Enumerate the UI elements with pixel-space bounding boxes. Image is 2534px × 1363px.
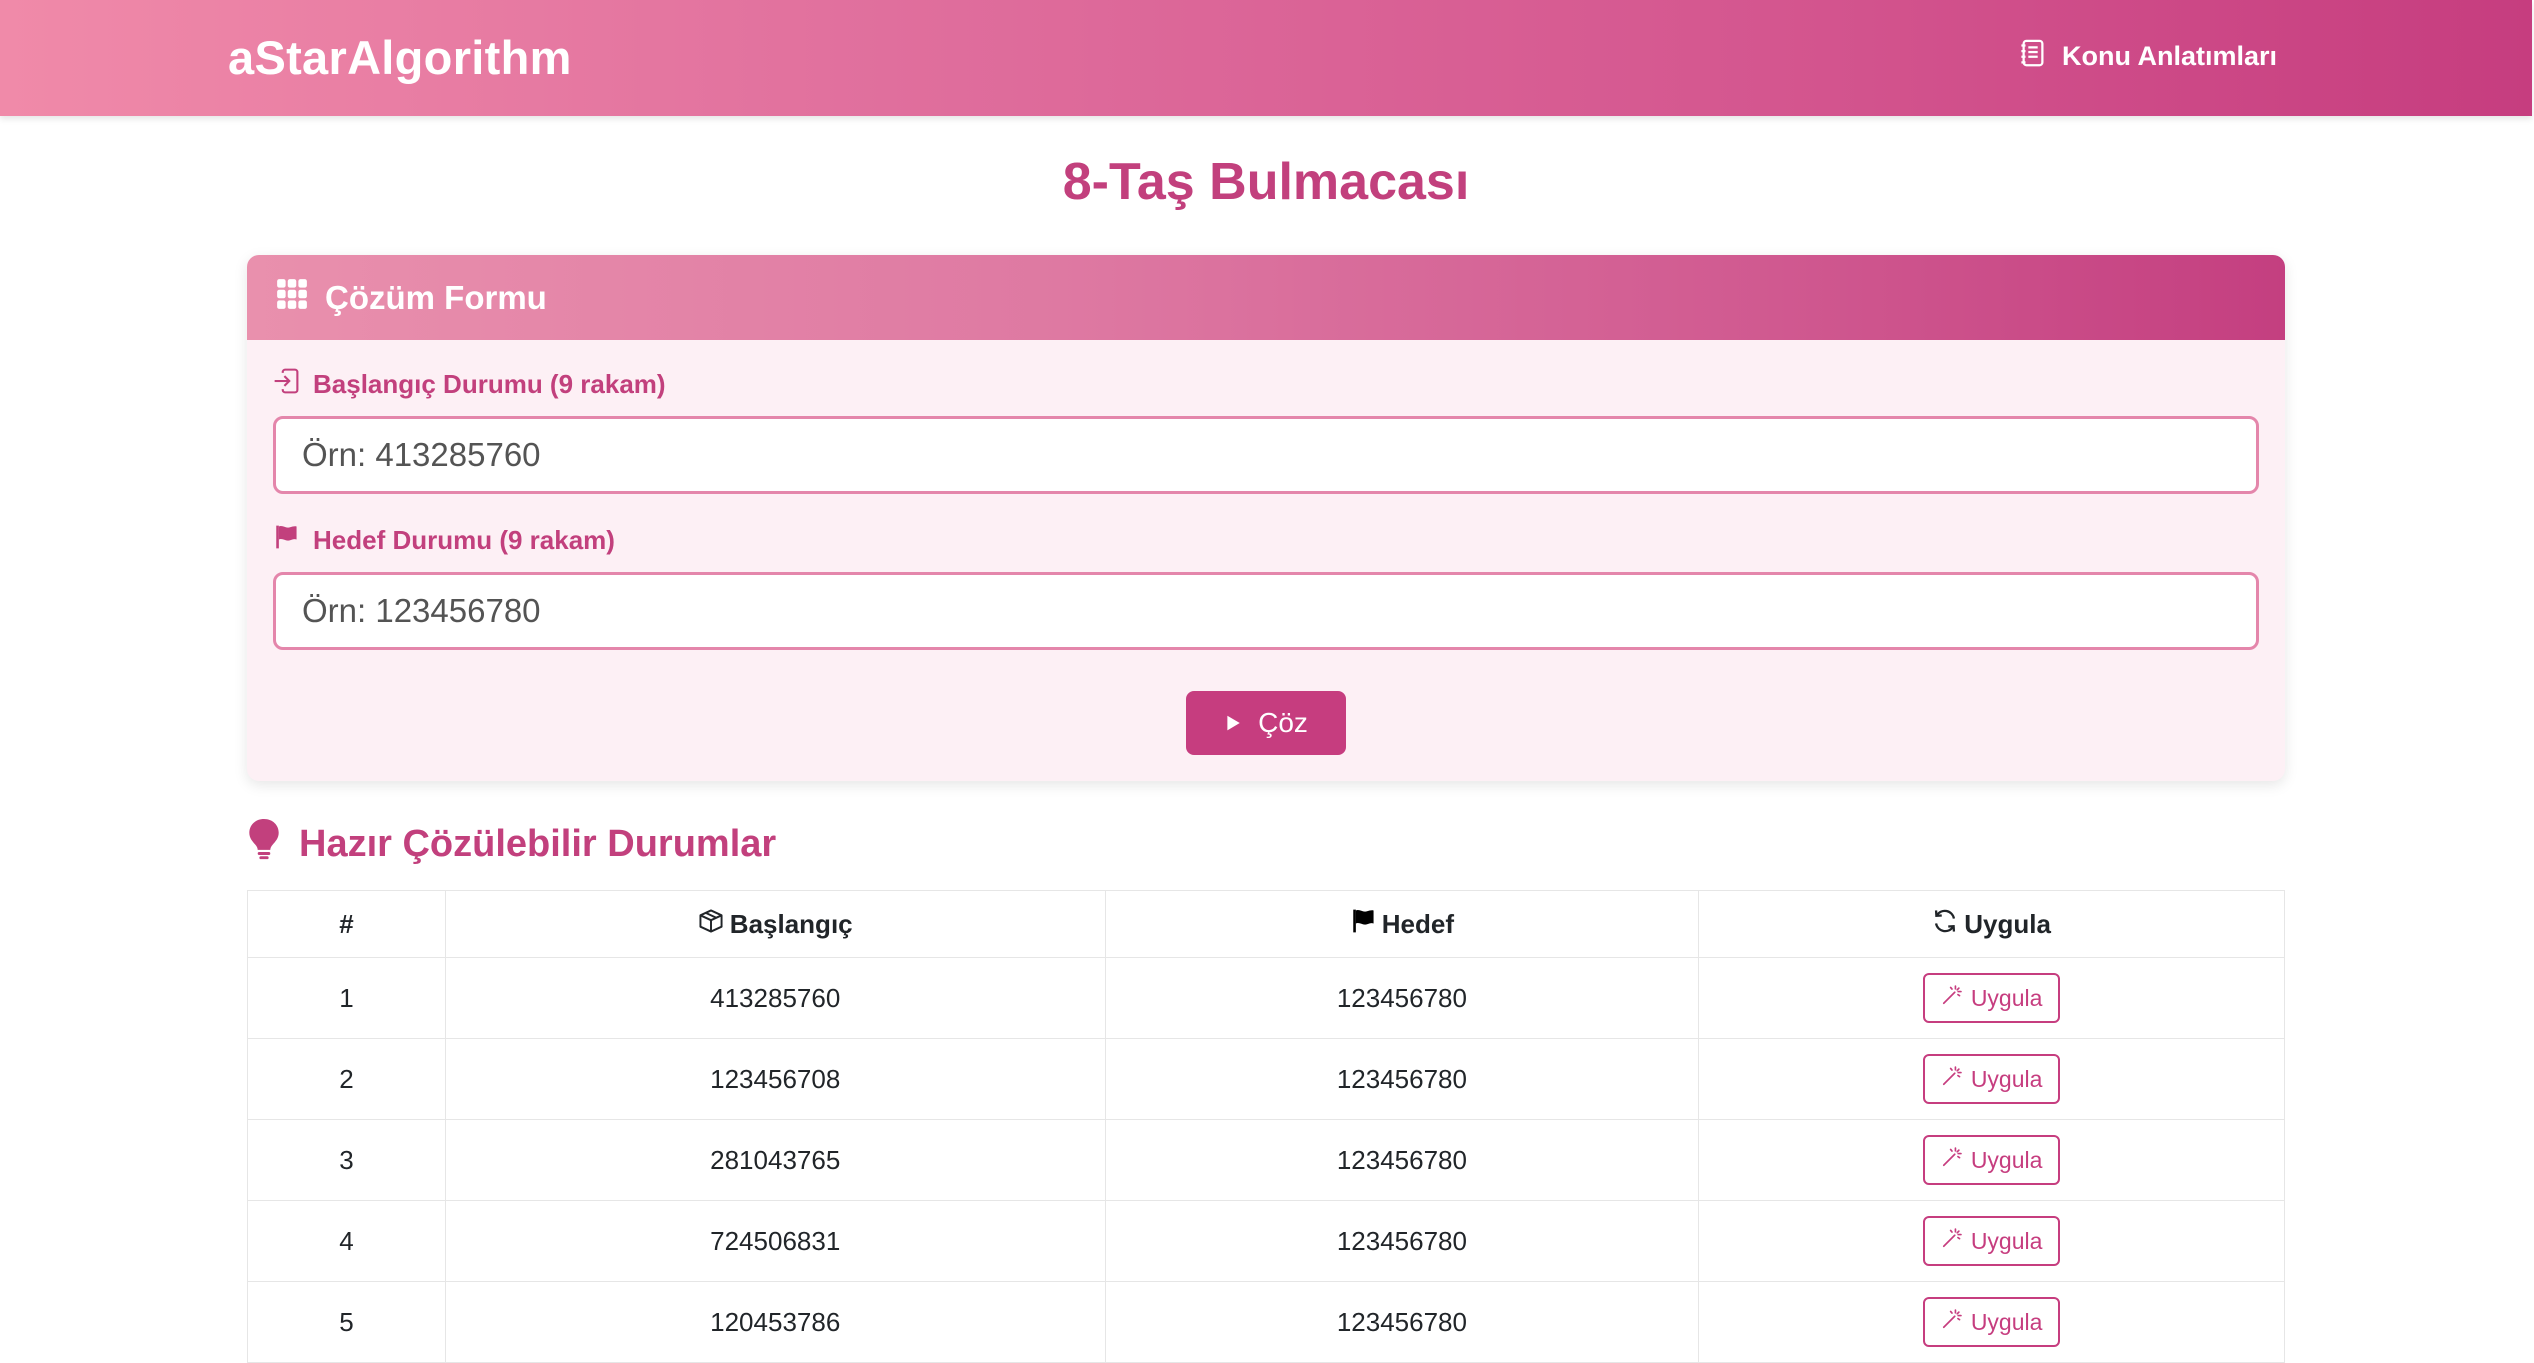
row-start-state: 281043765 (444, 1119, 1106, 1201)
column-apply: Uygula (1698, 890, 2285, 958)
brand-logo[interactable]: aStarAlgorithm (228, 30, 572, 85)
row-goal-state: 123456780 (1104, 957, 1700, 1039)
row-apply-cell: Uygula (1698, 1200, 2285, 1282)
row-start-state: 724506831 (444, 1200, 1106, 1282)
apply-button-label: Uygula (1970, 984, 2043, 1011)
nav-link-label: Konu Anlatımları (2061, 41, 2277, 71)
column-index: # (247, 890, 446, 958)
row-start-state: 123456708 (444, 1038, 1106, 1120)
magic-wand-icon (1941, 1308, 1963, 1336)
start-state-input[interactable] (273, 416, 2259, 494)
ready-cases-title: Hazır Çözülebilir Durumlar (247, 818, 776, 870)
form-header-title: Çözüm Formu (325, 278, 547, 316)
row-apply-cell: Uygula (1698, 1119, 2285, 1201)
nav-link-tutorials[interactable]: Konu Anlatımları (2018, 38, 2277, 75)
row-index: 1 (247, 957, 446, 1039)
solution-form-card: Çözüm Formu Başlangıç Durumu (9 rakam) H… (247, 255, 2285, 781)
row-goal-state: 123456780 (1104, 1119, 1700, 1201)
lightbulb-icon (247, 818, 281, 870)
apply-button[interactable]: Uygula (1922, 1054, 2061, 1104)
table-header-row: # Başlangıç Hedef Uygula (247, 890, 2285, 958)
ready-cases-title-text: Hazır Çözülebilir Durumlar (299, 822, 777, 865)
form-header: Çözüm Formu (247, 255, 2285, 340)
play-icon (1224, 707, 1242, 739)
start-state-label-text: Başlangıç Durumu (9 rakam) (313, 369, 666, 399)
start-state-label: Başlangıç Durumu (9 rakam) (273, 368, 666, 401)
apply-button[interactable]: Uygula (1922, 973, 2061, 1023)
grid-icon (275, 277, 309, 319)
row-start-state: 120453786 (444, 1281, 1106, 1363)
apply-button-label: Uygula (1970, 1146, 2043, 1173)
apply-button[interactable]: Uygula (1922, 1135, 2061, 1185)
apply-button[interactable]: Uygula (1922, 1216, 2061, 1266)
refresh-icon (1932, 908, 1958, 941)
table-row: 4 724506831 123456780 Uygula (247, 1200, 2285, 1282)
goal-state-label-text: Hedef Durumu (9 rakam) (313, 525, 615, 555)
row-start-state: 413285760 (444, 957, 1106, 1039)
table-row: 3 281043765 123456780 Uygula (247, 1119, 2285, 1201)
magic-wand-icon (1941, 1146, 1963, 1174)
column-apply-label: Uygula (1964, 908, 2051, 939)
column-goal-label: Hedef (1381, 908, 1455, 939)
row-index: 2 (247, 1038, 446, 1120)
table-row: 1 413285760 123456780 Uygula (247, 957, 2285, 1039)
row-index: 5 (247, 1281, 446, 1363)
magic-wand-icon (1941, 1065, 1963, 1093)
row-index: 4 (247, 1200, 446, 1282)
apply-button[interactable]: Uygula (1922, 1297, 2061, 1347)
goal-state-input[interactable] (273, 572, 2259, 650)
row-apply-cell: Uygula (1698, 1281, 2285, 1363)
navbar: aStarAlgorithm Konu Anlatımları (0, 0, 2532, 116)
solve-button-label: Çöz (1258, 707, 1308, 738)
apply-button-label: Uygula (1970, 1227, 2043, 1254)
page-title: 8-Taş Bulmacası (1062, 153, 1470, 211)
goal-state-label: Hedef Durumu (9 rakam) (273, 524, 615, 557)
flag-icon (273, 524, 299, 557)
column-start: Başlangıç (444, 890, 1106, 958)
flag-icon (1350, 908, 1376, 941)
box-icon (698, 908, 724, 941)
row-goal-state: 123456780 (1104, 1038, 1700, 1120)
sign-in-icon (273, 368, 299, 401)
magic-wand-icon (1941, 984, 1963, 1012)
row-goal-state: 123456780 (1104, 1281, 1700, 1363)
row-goal-state: 123456780 (1104, 1200, 1700, 1282)
row-apply-cell: Uygula (1698, 1038, 2285, 1120)
apply-button-label: Uygula (1970, 1065, 2043, 1092)
column-goal: Hedef (1104, 890, 1700, 958)
journal-icon (2018, 38, 2048, 75)
table-row: 2 123456708 123456780 Uygula (247, 1038, 2285, 1120)
column-start-label: Başlangıç (729, 908, 853, 939)
row-apply-cell: Uygula (1698, 957, 2285, 1039)
table-row: 5 120453786 123456780 Uygula (247, 1281, 2285, 1363)
magic-wand-icon (1941, 1227, 1963, 1255)
apply-button-label: Uygula (1970, 1308, 2043, 1335)
row-index: 3 (247, 1119, 446, 1201)
ready-cases-table: # Başlangıç Hedef Uygula 1 413285760 123… (247, 890, 2285, 1363)
solve-button[interactable]: Çöz (1186, 691, 1346, 755)
